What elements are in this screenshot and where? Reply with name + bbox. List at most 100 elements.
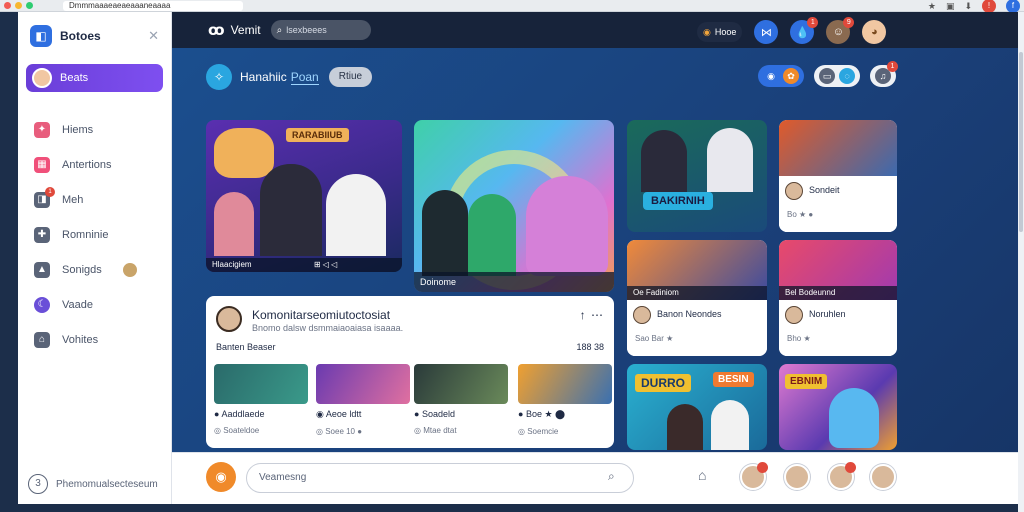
toggle-pill-1[interactable]: ◉ ✿ <box>758 65 804 87</box>
mini-card-1[interactable]: ● Aaddlaede ◎ Soateldoe <box>214 364 308 444</box>
drop-button[interactable]: 💧 1 <box>790 17 819 44</box>
card-image <box>779 120 897 178</box>
extension-icon[interactable]: ▣ <box>946 1 955 12</box>
sidebar-item-label: Meh <box>62 193 84 206</box>
person-figure <box>707 128 753 192</box>
content-card-8[interactable]: EBNIM <box>779 364 897 450</box>
content-card-1[interactable]: RARABIIUB Hlaacigiem ⊞ ◁ ◁ <box>206 120 402 272</box>
person-figure <box>468 194 516 276</box>
sidebar-item-3[interactable]: ◨ 1 Meh <box>18 182 171 217</box>
flame-icon: ◉ <box>763 68 779 84</box>
message-input[interactable]: Veamesng <box>246 463 634 493</box>
share-button[interactable]: ⋈ <box>754 20 779 44</box>
minimize-window-button[interactable] <box>15 2 22 9</box>
sidebar-items: ✦ Hiems ▦ Antertions ◨ 1 Meh ✚ Romninie ▲… <box>18 112 171 357</box>
card-image <box>214 128 274 178</box>
help-icon: 3 <box>28 474 48 494</box>
sidebar-item-active[interactable]: Beats <box>26 64 163 92</box>
content-card-7[interactable]: DURRO BESIN <box>627 364 767 450</box>
post-title: Komonitarseomiutoctosiat <box>252 308 391 322</box>
close-window-button[interactable] <box>4 2 11 9</box>
mini-meta: ◎ Soateldoe <box>214 426 260 435</box>
camera-button[interactable]: ◉ <box>206 462 236 492</box>
mascot-avatar[interactable]: ◕ <box>862 20 887 44</box>
more-label: ⋯ <box>591 308 604 322</box>
coins-pill[interactable]: ◉ Hooe <box>697 22 743 42</box>
avatar <box>633 306 651 324</box>
mini-title-text: Soadeld <box>421 409 455 419</box>
mini-title-text: Aeoe ldtt <box>325 409 362 419</box>
sidebar-item-5[interactable]: ▲ Sonigds <box>18 252 171 287</box>
content-card-5[interactable]: Oe Fadiniom Banon Neondes Sao Bar ★ <box>627 240 767 356</box>
sidebar-item-7[interactable]: ⌂ Vohites <box>18 322 171 357</box>
content-card-2[interactable]: Doinome <box>414 120 614 292</box>
mini-meta: ◎ Soemcie <box>518 427 559 436</box>
caption-meta: ⊞ ◁ ◁ <box>313 260 338 269</box>
sidebar-item-1[interactable]: ✦ Hiems <box>18 112 171 147</box>
sidebar: ◧ Botoes ✕ Beats ✦ Hiems ▦ Antertions ◨ 1… <box>18 12 172 504</box>
card-banner-text: BESIN <box>713 372 754 387</box>
footer-label: Phemomualsecteseum <box>56 478 158 490</box>
sidebar-header: ◧ Botoes ✕ <box>18 12 171 50</box>
close-sidebar-icon[interactable]: ✕ <box>148 28 159 44</box>
page-title-link[interactable]: Poan <box>290 70 319 85</box>
pin-icon[interactable]: ↑ <box>580 308 591 322</box>
filter-button[interactable]: Rtiue <box>328 67 373 87</box>
user-avatar-3[interactable] <box>828 462 856 490</box>
brand-name: Vemit <box>230 23 261 37</box>
card-caption: Oe Fadiniom <box>627 286 767 300</box>
search-box[interactable]: ⌕ lsexbeees <box>270 20 371 40</box>
card-caption: Doinome <box>414 272 614 292</box>
avatar <box>785 182 803 200</box>
brand-logo-icon: ꝏ <box>208 22 225 39</box>
page-scrollbar[interactable] <box>1018 12 1024 512</box>
maximize-window-button[interactable] <box>26 2 33 9</box>
card-info: Noruhlen Bho ★ <box>779 300 897 356</box>
card-meta: Bo ★ ● <box>787 210 814 219</box>
content-card-4[interactable]: Sondeit Bo ★ ● <box>779 120 897 232</box>
sidebar-item-label: Vohites <box>62 333 99 346</box>
notification-badge: 9 <box>843 17 855 28</box>
sidebar-item-6[interactable]: ☾ Vaade <box>18 287 171 322</box>
caption-text: Hlaacigiem <box>212 260 252 269</box>
bookmark-star-icon[interactable]: ★ <box>928 1 936 12</box>
sidebar-title: Botoes <box>60 29 101 43</box>
download-icon[interactable]: ⬇ <box>964 1 972 12</box>
scrollbar-thumb[interactable] <box>1019 52 1023 232</box>
mini-card-3[interactable]: ● Soadeld ◎ Mtae dtat <box>414 364 508 444</box>
post-meta: Banten Beaser <box>216 342 276 352</box>
topbar-actions: ◉ Hooe ⋈ 💧 1 ☺ 9 ◕ <box>697 17 887 44</box>
top-navbar: ꝏ Vemit ⌕ lsexbeees ◉ Hooe ⋈ 💧 1 ☺ 9 ◕ <box>172 12 1018 48</box>
mini-card-2[interactable]: ◉ Aeoe ldtt ◎ Soee 10 ● <box>316 364 410 444</box>
notification-badge: 1 <box>45 186 55 197</box>
user-avatar-1[interactable] <box>740 462 768 490</box>
more-options-icon[interactable]: ↑ ⋯ <box>580 308 604 322</box>
sidebar-footer[interactable]: 3 Phemomualsecteseum <box>28 474 158 494</box>
person-figure <box>326 174 386 256</box>
mountain-icon: ▲ <box>34 261 50 278</box>
sidebar-item-label: Hiems <box>62 123 94 136</box>
app-logo-icon: ◧ <box>30 25 52 47</box>
profile-avatar[interactable]: ☺ 9 <box>826 17 855 44</box>
address-bar[interactable]: Dmmmaaaeaeaeaaaneaaaa <box>63 0 243 11</box>
calendar-icon: ▦ <box>34 156 50 173</box>
sidebar-item-4[interactable]: ✚ Romninie <box>18 217 171 252</box>
heart-icon: ✿ <box>783 68 799 84</box>
camera-icon: ▭ <box>819 68 835 84</box>
sidebar-item-2[interactable]: ▦ Antertions <box>18 147 171 182</box>
toggle-pill-2[interactable]: ▭ ◌ <box>814 65 860 87</box>
content-card-3[interactable]: BAKIRNIH <box>627 120 767 232</box>
settings-icon[interactable] <box>123 262 137 277</box>
featured-post-card[interactable]: Komonitarseomiutoctosiat Bnomo dalsw dsm… <box>206 296 614 448</box>
card-info: Sondeit Bo ★ ● <box>779 176 897 232</box>
mini-card-4[interactable]: ● Boe ★ ⬤ ◎ Soemcie <box>518 364 612 444</box>
content-card-6[interactable]: Bel Bodeunnd Noruhlen Bho ★ <box>779 240 897 356</box>
search-icon[interactable]: ⌕ <box>608 469 615 484</box>
user-avatar-2[interactable] <box>784 464 810 490</box>
user-avatar-4[interactable] <box>870 464 896 490</box>
tag-icon: ◌ <box>839 68 855 84</box>
home-icon[interactable]: ⌂ <box>698 467 706 483</box>
search-icon: ⌕ <box>276 24 283 36</box>
card-meta: Sao Bar ★ <box>635 334 674 343</box>
alerts-pill[interactable]: ♫ 1 <box>870 61 898 87</box>
